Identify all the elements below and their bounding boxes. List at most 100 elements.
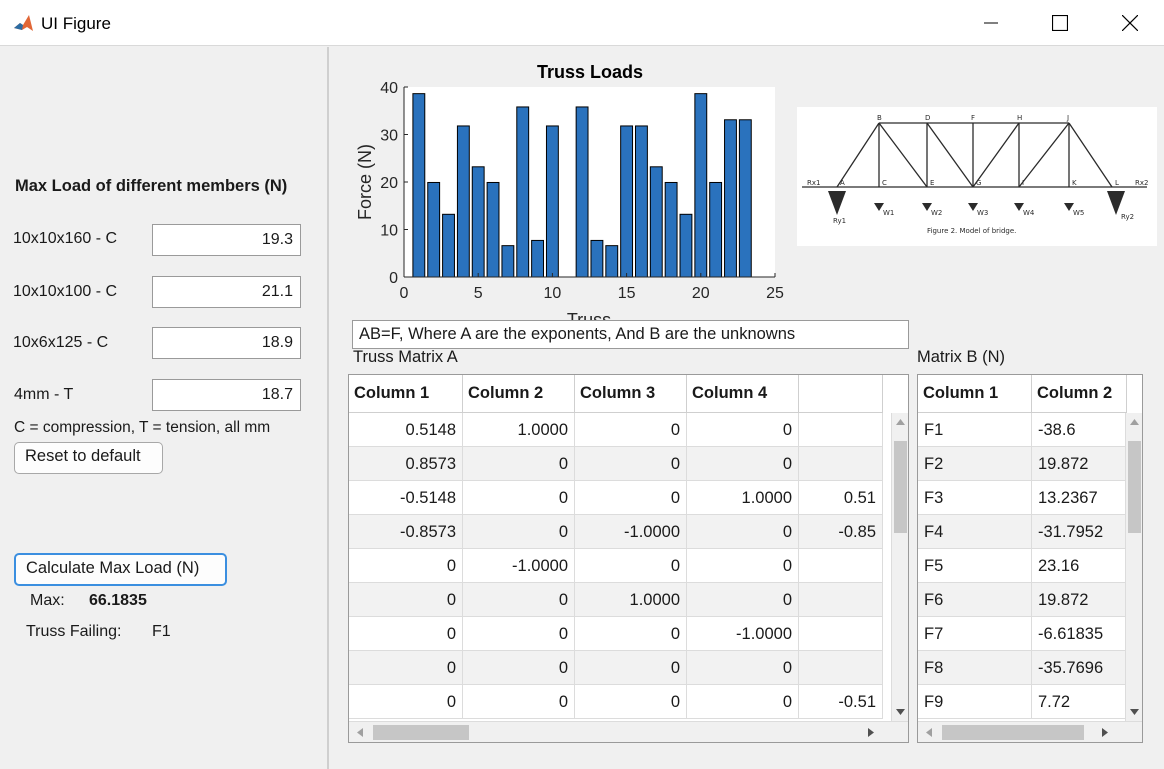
table-cell[interactable]: -31.7952 xyxy=(1032,515,1127,549)
member-max-load-field[interactable]: 18.9 xyxy=(152,327,301,359)
table-cell[interactable]: 0.51 xyxy=(799,481,883,515)
table-cell[interactable]: -1.0000 xyxy=(575,515,687,549)
table-cell[interactable]: 0 xyxy=(687,447,799,481)
table-cell[interactable]: 0 xyxy=(575,549,687,583)
table-cell[interactable]: -6.61835 xyxy=(1032,617,1127,651)
table-cell[interactable]: -0.85 xyxy=(799,515,883,549)
table-cell[interactable]: F6 xyxy=(918,583,1032,617)
table-cell[interactable]: 7.72 xyxy=(1032,685,1127,719)
table-cell[interactable]: 19.872 xyxy=(1032,583,1127,617)
table-cell[interactable]: -1.0000 xyxy=(463,549,575,583)
table-cell[interactable]: 0 xyxy=(463,583,575,617)
table-cell[interactable]: 0 xyxy=(463,481,575,515)
column-header[interactable]: Column 1 xyxy=(918,375,1032,413)
vertical-scrollbar[interactable] xyxy=(891,413,908,721)
table-cell[interactable]: 0 xyxy=(349,685,463,719)
table-cell[interactable]: F1 xyxy=(918,413,1032,447)
scroll-right-icon[interactable] xyxy=(868,728,874,737)
equation-textbox[interactable]: AB=F, Where A are the exponents, And B a… xyxy=(352,320,909,349)
scroll-right-icon[interactable] xyxy=(1102,728,1108,737)
table-cell[interactable]: 0 xyxy=(463,617,575,651)
scroll-left-icon[interactable] xyxy=(357,728,363,737)
table-cell[interactable]: 1.0000 xyxy=(687,481,799,515)
maximize-button[interactable] xyxy=(1037,0,1083,46)
bar xyxy=(635,125,648,278)
table-cell[interactable] xyxy=(799,447,883,481)
table-cell[interactable]: 0.8573 xyxy=(349,447,463,481)
member-max-load-field[interactable]: 21.1 xyxy=(152,276,301,308)
minimize-button[interactable] xyxy=(968,0,1014,46)
column-header[interactable] xyxy=(799,375,883,413)
vertical-scrollbar[interactable] xyxy=(1125,413,1142,721)
table-cell[interactable]: 0 xyxy=(463,651,575,685)
scroll-down-icon[interactable] xyxy=(896,709,905,715)
reset-default-button[interactable]: Reset to default xyxy=(14,442,163,474)
table-cell[interactable]: F7 xyxy=(918,617,1032,651)
table-cell[interactable]: 0 xyxy=(463,515,575,549)
column-header[interactable]: Column 4 xyxy=(687,375,799,413)
table-cell[interactable]: 0 xyxy=(687,685,799,719)
table-cell[interactable]: 0 xyxy=(575,685,687,719)
table-cell[interactable]: 0 xyxy=(687,583,799,617)
matrix-b-table[interactable]: Column 1 F1 F2 F3 F4 F5 F6 F7 F8 F9 Column 2 -38.6 1… xyxy=(917,374,1143,743)
table-cell[interactable]: 0 xyxy=(463,685,575,719)
close-button[interactable] xyxy=(1107,0,1153,46)
table-cell[interactable] xyxy=(799,413,883,447)
table-cell[interactable]: 1.0000 xyxy=(575,583,687,617)
table-cell[interactable]: F2 xyxy=(918,447,1032,481)
scroll-down-icon[interactable] xyxy=(1130,709,1139,715)
matrix-a-table[interactable]: Column 1 0.5148 0.8573 -0.5148 -0.8573 0 0 0 0 0 C… xyxy=(348,374,909,743)
horizontal-scrollbar[interactable] xyxy=(349,721,908,742)
table-cell[interactable]: -0.51 xyxy=(799,685,883,719)
table-cell[interactable]: 0 xyxy=(687,651,799,685)
table-cell[interactable]: 0 xyxy=(575,413,687,447)
horizontal-scroll-thumb[interactable] xyxy=(942,725,1084,740)
table-cell[interactable]: -38.6 xyxy=(1032,413,1127,447)
table-cell[interactable]: F5 xyxy=(918,549,1032,583)
table-cell[interactable]: -1.0000 xyxy=(687,617,799,651)
table-cell[interactable]: 0 xyxy=(575,651,687,685)
horizontal-scrollbar[interactable] xyxy=(918,721,1142,742)
column-header[interactable]: Column 3 xyxy=(575,375,687,413)
table-cell[interactable]: -35.7696 xyxy=(1032,651,1127,685)
table-cell[interactable]: F4 xyxy=(918,515,1032,549)
table-cell[interactable]: 0 xyxy=(687,413,799,447)
column-header[interactable]: Column 1 xyxy=(349,375,463,413)
calculate-max-load-button[interactable]: Calculate Max Load (N) xyxy=(14,553,227,586)
table-cell[interactable] xyxy=(799,651,883,685)
scroll-up-icon[interactable] xyxy=(896,419,905,425)
table-cell[interactable]: 13.2367 xyxy=(1032,481,1127,515)
table-cell[interactable] xyxy=(799,549,883,583)
table-cell[interactable]: -0.5148 xyxy=(349,481,463,515)
table-cell[interactable]: 0 xyxy=(575,447,687,481)
table-cell[interactable]: 0.5148 xyxy=(349,413,463,447)
vertical-scroll-thumb[interactable] xyxy=(894,441,907,533)
table-cell[interactable]: 0 xyxy=(349,651,463,685)
table-cell[interactable]: 0 xyxy=(463,447,575,481)
table-cell[interactable]: 1.0000 xyxy=(463,413,575,447)
table-cell[interactable]: 23.16 xyxy=(1032,549,1127,583)
table-cell[interactable] xyxy=(799,617,883,651)
table-cell[interactable]: 0 xyxy=(349,583,463,617)
table-cell[interactable]: 0 xyxy=(349,549,463,583)
table-cell[interactable]: 0 xyxy=(349,617,463,651)
table-cell[interactable]: 0 xyxy=(575,617,687,651)
table-cell[interactable]: 19.872 xyxy=(1032,447,1127,481)
table-cell[interactable]: F8 xyxy=(918,651,1032,685)
column-header[interactable]: Column 2 xyxy=(1032,375,1127,413)
column-header[interactable]: Column 2 xyxy=(463,375,575,413)
member-max-load-field[interactable]: 19.3 xyxy=(152,224,301,256)
table-cell[interactable]: 0 xyxy=(687,549,799,583)
scroll-left-icon[interactable] xyxy=(926,728,932,737)
scroll-up-icon[interactable] xyxy=(1130,419,1139,425)
table-cell[interactable]: -0.8573 xyxy=(349,515,463,549)
vertical-scroll-thumb[interactable] xyxy=(1128,441,1141,533)
member-max-load-field[interactable]: 18.7 xyxy=(152,379,301,411)
table-cell[interactable]: 0 xyxy=(575,481,687,515)
table-cell[interactable] xyxy=(799,583,883,617)
horizontal-scroll-thumb[interactable] xyxy=(373,725,469,740)
table-cell[interactable]: 0 xyxy=(687,515,799,549)
table-cell[interactable]: F9 xyxy=(918,685,1032,719)
y-axis-label: Force (N) xyxy=(355,144,375,220)
table-cell[interactable]: F3 xyxy=(918,481,1032,515)
